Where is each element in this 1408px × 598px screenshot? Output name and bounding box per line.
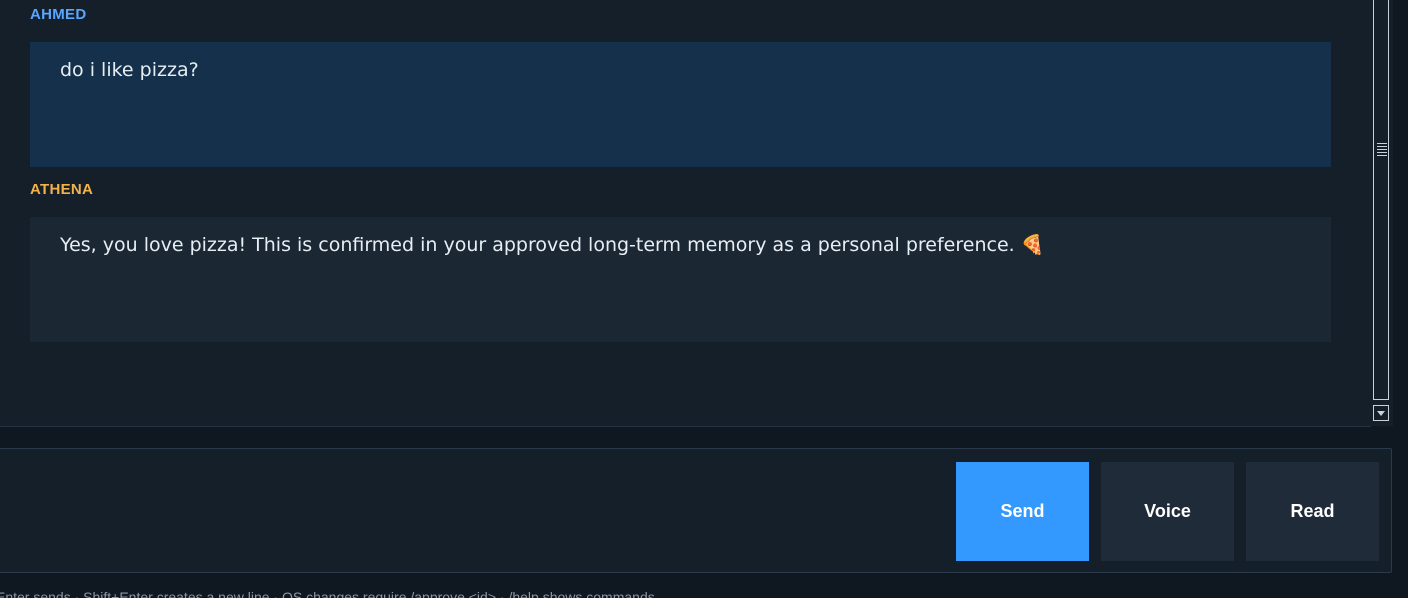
keyboard-hint: Enter sends · Shift+Enter creates a new … [0,589,655,598]
scrollbar-grip-icon [1377,143,1387,157]
assistant-message-bubble: Yes, you love pizza! This is confirmed i… [30,217,1331,342]
voice-button[interactable]: Voice [1101,462,1234,561]
assistant-sender-name: ATHENA [30,181,94,198]
scrollbar-thumb[interactable] [1373,0,1389,400]
user-message-text: do i like pizza? [60,59,199,81]
send-button[interactable]: Send [956,462,1089,561]
arrow-down-icon [1377,411,1385,416]
read-button[interactable]: Read [1246,462,1379,561]
chat-window: AHMED do i like pizza? ATHENA Yes, you l… [0,0,1408,598]
conversation-scrollbar[interactable] [1371,0,1393,426]
assistant-message-text: Yes, you love pizza! This is confirmed i… [60,234,1045,256]
user-message-bubble: do i like pizza? [30,42,1331,167]
scroll-down-button[interactable] [1373,405,1389,421]
message-composer: Send Voice Read [0,448,1392,573]
message-input[interactable] [9,463,943,563]
conversation-panel: AHMED do i like pizza? ATHENA Yes, you l… [0,0,1371,427]
user-sender-name: AHMED [30,6,87,23]
